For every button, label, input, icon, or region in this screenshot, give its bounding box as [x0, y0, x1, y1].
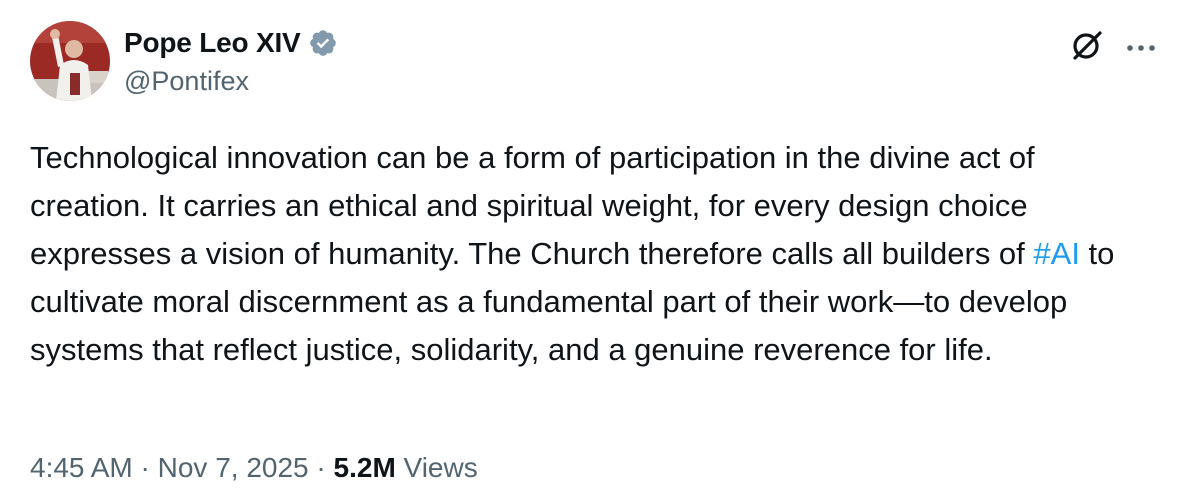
tweet-text-part-1: Technological innovation can be a form o…	[30, 140, 1035, 271]
views-label: Views	[395, 452, 478, 483]
hashtag-link[interactable]: #AI	[1033, 236, 1080, 271]
author-handle[interactable]: @Pontifex	[124, 66, 249, 97]
tweet-metadata: 4:45 AM · Nov 7, 2025 · 5.2M Views	[30, 452, 478, 484]
meta-separator: ·	[132, 452, 158, 483]
display-name[interactable]: Pope Leo XIV	[124, 27, 301, 59]
avatar-image	[30, 21, 110, 101]
tweet-text: Technological innovation can be a form o…	[30, 134, 1150, 374]
grok-icon[interactable]	[1069, 27, 1105, 63]
meta-separator: ·	[308, 452, 334, 483]
avatar[interactable]	[30, 21, 110, 101]
tweet-card: Pope Leo XIV @Pontifex Technological inn…	[0, 0, 1180, 502]
verified-badge-icon[interactable]	[308, 28, 338, 58]
views-count[interactable]: 5.2M	[334, 452, 396, 483]
tweet-date[interactable]: Nov 7, 2025	[158, 452, 309, 483]
tweet-time[interactable]: 4:45 AM	[30, 452, 133, 483]
author-name-row: Pope Leo XIV	[124, 26, 338, 60]
more-options-icon[interactable]	[1126, 40, 1156, 51]
